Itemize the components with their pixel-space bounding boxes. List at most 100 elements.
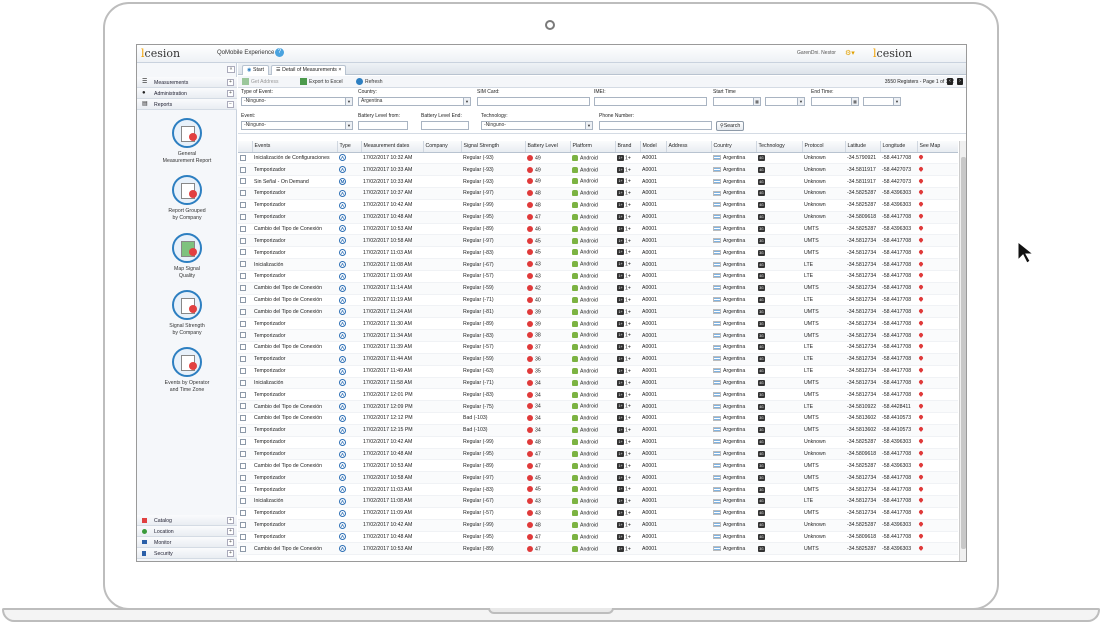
row-checkbox[interactable] (240, 438, 246, 445)
row-checkbox-cell[interactable] (238, 495, 252, 508)
start-time-select[interactable]: ▼ (765, 97, 805, 106)
map-pin-icon[interactable] (918, 414, 924, 421)
row-checkbox-cell[interactable] (238, 152, 252, 165)
map-pin-icon[interactable] (918, 296, 924, 302)
map-pin-icon[interactable] (918, 189, 924, 196)
row-checkbox[interactable] (240, 403, 246, 410)
map-pin-icon[interactable] (918, 544, 924, 551)
calendar-icon[interactable]: ▦ (753, 98, 760, 105)
row-checkbox-cell[interactable] (238, 270, 252, 283)
see-map-cell[interactable] (917, 270, 958, 283)
table-row[interactable]: Temporizador A 17/02/2017 11:09 AM Regular … (238, 270, 958, 283)
row-checkbox[interactable] (240, 415, 246, 422)
table-row[interactable]: Temporizador A 17/02/2017 10:42 AM Regular … (238, 519, 958, 532)
type-of-event-select[interactable]: -Ninguno- ▼ (241, 97, 353, 106)
column-header-type[interactable]: Type (337, 141, 362, 153)
row-checkbox-cell[interactable] (238, 305, 252, 319)
row-checkbox-cell[interactable] (238, 448, 252, 461)
see-map-cell[interactable] (917, 175, 958, 189)
see-map-cell[interactable] (917, 365, 958, 378)
map-pin-icon[interactable] (918, 485, 924, 492)
see-map-cell[interactable] (917, 459, 958, 473)
map-pin-icon[interactable] (918, 497, 924, 504)
row-checkbox[interactable] (240, 237, 246, 244)
column-header-technology[interactable]: Technology (756, 141, 803, 153)
map-pin-icon[interactable] (918, 509, 924, 516)
map-pin-icon[interactable] (918, 379, 924, 385)
sidebar-collapse-button[interactable]: « (227, 66, 235, 73)
row-checkbox[interactable] (240, 521, 246, 528)
row-checkbox[interactable] (240, 190, 246, 197)
see-map-cell[interactable] (917, 495, 958, 508)
row-checkbox[interactable] (240, 391, 246, 398)
table-row[interactable]: Temporizador A 17/02/2017 12:01 PM Regular … (238, 388, 958, 402)
table-row[interactable]: Cambio del Tipo de Conexión A 17/02/2017 1… (238, 412, 958, 425)
row-checkbox-cell[interactable] (238, 199, 252, 212)
see-map-cell[interactable] (917, 483, 958, 496)
row-checkbox-cell[interactable] (238, 412, 252, 425)
expand-icon[interactable]: + (227, 539, 234, 546)
see-map-cell[interactable] (917, 305, 958, 319)
export-excel-button[interactable]: Export to Excel (300, 78, 343, 85)
table-row[interactable]: Cambio del Tipo de Conexión A 17/02/2017 1… (238, 400, 958, 414)
report-general-measurement[interactable]: General Measurement Report (147, 118, 227, 165)
map-pin-icon[interactable] (918, 462, 924, 468)
row-checkbox[interactable] (240, 178, 246, 185)
row-checkbox-cell[interactable] (238, 175, 252, 189)
table-row[interactable]: Inicialización A 17/02/2017 11:08 AM Regula… (238, 258, 958, 271)
map-pin-icon[interactable] (918, 248, 924, 255)
table-row[interactable]: Temporizador A 17/02/2017 12:15 PM Bad (-10… (238, 424, 958, 437)
row-checkbox-cell[interactable] (238, 424, 252, 437)
row-checkbox[interactable] (240, 261, 246, 268)
row-checkbox[interactable] (240, 320, 246, 327)
row-checkbox-cell[interactable] (238, 377, 252, 390)
table-row[interactable]: Temporizador A 17/02/2017 10:48 AM Regular … (238, 448, 958, 461)
table-row[interactable]: Temporizador A 17/02/2017 11:03 AM Regular … (238, 246, 958, 260)
country-select[interactable]: Argentina ▼ (358, 97, 471, 106)
see-map-cell[interactable] (917, 412, 958, 425)
row-checkbox-cell[interactable] (238, 234, 252, 248)
search-button[interactable]: ⚲Search (716, 121, 745, 131)
help-icon[interactable]: ? (275, 48, 284, 57)
column-header-company[interactable]: Company (423, 141, 462, 153)
sidebar-item-measurements[interactable]: ☰ Measurements + (137, 77, 237, 88)
row-checkbox-cell[interactable] (238, 341, 252, 354)
table-row[interactable]: Sin Señal - On Demand M 17/02/2017 10:33 A… (238, 175, 958, 189)
row-checkbox-cell[interactable] (238, 353, 252, 366)
report-signal-strength[interactable]: Signal Strength by Company (147, 290, 227, 337)
row-checkbox-cell[interactable] (238, 163, 252, 177)
row-checkbox[interactable] (240, 474, 246, 481)
row-checkbox[interactable] (240, 367, 246, 374)
row-checkbox-cell[interactable] (238, 471, 252, 485)
tab-start[interactable]: ◉ Start (242, 65, 269, 75)
row-checkbox-cell[interactable] (238, 317, 252, 331)
row-checkbox[interactable] (240, 356, 246, 363)
row-checkbox[interactable] (240, 533, 246, 540)
row-checkbox[interactable] (240, 225, 246, 232)
see-map-cell[interactable] (917, 448, 958, 461)
calendar-icon[interactable]: ▦ (851, 98, 858, 105)
see-map-cell[interactable] (917, 519, 958, 532)
user-menu-icon[interactable]: ⚙▾ (845, 49, 855, 57)
map-pin-icon[interactable] (918, 450, 924, 456)
technology-select[interactable]: -Ninguno- ▼ (481, 121, 593, 130)
row-checkbox[interactable] (240, 462, 246, 469)
table-row[interactable]: Temporizador A 17/02/2017 11:03 AM Regular … (238, 483, 958, 496)
table-row[interactable]: Temporizador A 17/02/2017 11:30 AM Regular … (238, 317, 958, 331)
table-row[interactable]: Inicialización A 17/02/2017 11:58 AM Regula… (238, 377, 958, 390)
sidebar-item-administration[interactable]: ● Administration + (137, 88, 237, 99)
row-checkbox-cell[interactable] (238, 294, 252, 307)
column-header-protocol[interactable]: Protocol (802, 141, 846, 153)
end-time-select[interactable]: ▼ (863, 97, 901, 106)
row-checkbox-cell[interactable] (238, 507, 252, 520)
table-row[interactable]: Cambio del Tipo de Conexión A 17/02/2017 1… (238, 223, 958, 236)
row-checkbox-cell[interactable] (238, 459, 252, 473)
table-row[interactable]: Temporizador A 17/02/2017 10:33 AM Regular … (238, 163, 958, 177)
see-map-cell[interactable] (917, 388, 958, 402)
see-map-cell[interactable] (917, 246, 958, 260)
row-checkbox[interactable] (240, 166, 246, 173)
row-checkbox-cell[interactable] (238, 400, 252, 414)
imei-input[interactable] (594, 97, 707, 106)
battery-from-input[interactable] (358, 121, 408, 130)
see-map-cell[interactable] (917, 424, 958, 437)
